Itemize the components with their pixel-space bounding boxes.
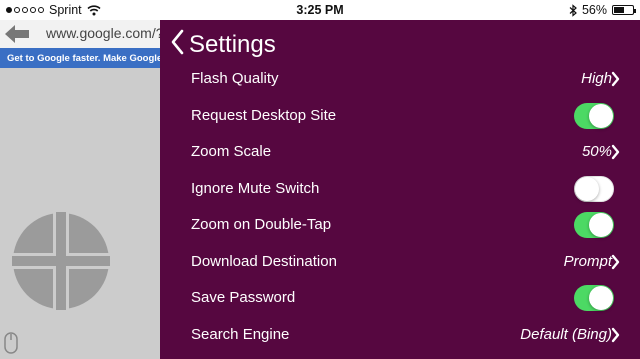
settings-row-ignore-mute-switch[interactable]: Ignore Mute Switch xyxy=(160,171,640,207)
toggle-knob xyxy=(575,176,599,201)
settings-row-search-engine[interactable]: Search Engine Default (Bing) xyxy=(160,317,640,353)
status-time: 3:25 PM xyxy=(296,3,344,17)
settings-row-flash-quality[interactable]: Flash Quality High xyxy=(160,61,640,97)
settings-row-label: Ignore Mute Switch xyxy=(191,179,320,197)
settings-row-label: Zoom on Double-Tap xyxy=(191,216,332,233)
bluetooth-icon xyxy=(569,3,577,17)
settings-row-label: Save Password xyxy=(191,289,296,306)
dpad-icon[interactable] xyxy=(12,212,110,310)
settings-row-download-destination[interactable]: Download Destination Prompt xyxy=(160,244,640,280)
chevron-right-icon xyxy=(611,144,620,160)
toggle-knob xyxy=(589,103,613,128)
mouse-icon[interactable] xyxy=(4,332,18,354)
settings-row-value: Default (Bing) xyxy=(520,325,612,343)
chevron-right-icon xyxy=(611,254,620,269)
settings-row-zoom-scale[interactable]: Zoom Scale 50% xyxy=(160,134,640,170)
settings-row-label: Request Desktop Site xyxy=(191,106,337,124)
chevron-left-icon[interactable] xyxy=(170,29,184,55)
settings-row-label: Search Engine xyxy=(191,325,290,343)
settings-row-zoom-on-double-tap[interactable]: Zoom on Double-Tap xyxy=(160,207,640,243)
settings-panel: Settings Flash Quality High Request Deskto… xyxy=(160,20,640,359)
settings-row-label: Download Destination xyxy=(191,252,337,270)
chevron-right-icon xyxy=(611,71,620,87)
toggle-switch[interactable] xyxy=(574,212,614,238)
battery-icon xyxy=(612,5,636,15)
toggle-knob xyxy=(589,286,613,310)
toggle-knob xyxy=(589,213,613,237)
arrow-left-icon[interactable] xyxy=(4,24,30,44)
battery-fill xyxy=(614,7,624,13)
settings-row-save-password[interactable]: Save Password xyxy=(160,280,640,316)
status-bar: Sprint 3:25 PM 56% xyxy=(0,0,640,20)
settings-row-value: Prompt xyxy=(563,252,612,270)
chevron-right-icon xyxy=(611,327,620,342)
settings-title: Settings xyxy=(189,31,276,58)
settings-row-request-desktop-site[interactable]: Request Desktop Site xyxy=(160,98,640,134)
url-field[interactable]: www.google.com/? xyxy=(46,25,164,41)
settings-row-label: Flash Quality xyxy=(191,70,279,87)
settings-header: Settings xyxy=(160,20,640,64)
toggle-switch[interactable] xyxy=(574,175,614,202)
status-right: 56% xyxy=(569,3,636,17)
toggle-switch[interactable] xyxy=(574,285,614,311)
settings-row-value: High xyxy=(581,70,612,87)
settings-row-value: 50% xyxy=(581,143,612,160)
settings-row-label: Zoom Scale xyxy=(191,143,272,160)
battery-percent: 56% xyxy=(581,3,607,17)
toggle-switch[interactable] xyxy=(574,102,614,129)
